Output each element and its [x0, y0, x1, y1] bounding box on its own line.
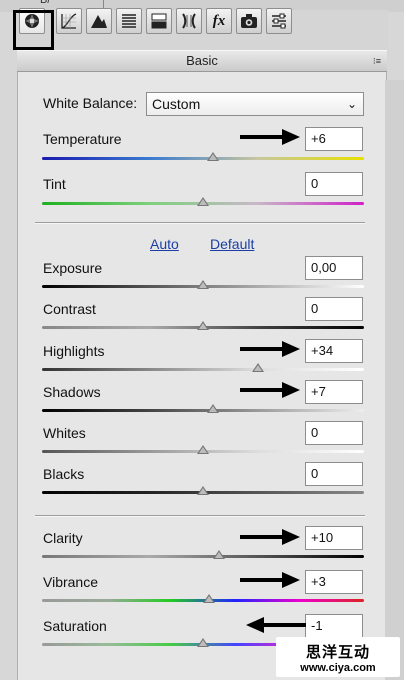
temperature-value-field[interactable]: +6: [305, 127, 363, 151]
panel-menu-icon[interactable]: ⁝≡: [373, 51, 381, 71]
annotation-arrow-right-icon: [240, 129, 300, 145]
contrast-label: Contrast: [43, 301, 96, 317]
scrollbar[interactable]: [385, 80, 404, 680]
watermark: 思洋互动 www.ciya.com: [276, 637, 400, 677]
highlights-slider-thumb[interactable]: [251, 363, 264, 372]
detail-icon: [91, 15, 107, 28]
saturation-label: Saturation: [43, 618, 107, 634]
chevron-down-icon: ⌄: [346, 97, 357, 111]
watermark-url: www.ciya.com: [300, 662, 376, 674]
default-button[interactable]: Default: [210, 236, 254, 252]
shadows-slider-track[interactable]: [42, 409, 364, 412]
detail-button[interactable]: [86, 8, 112, 34]
temperature-label: Temperature: [43, 131, 122, 147]
presets-icon: [272, 13, 286, 29]
blacks-value-field[interactable]: 0: [305, 462, 363, 486]
blacks-slider-thumb[interactable]: [197, 486, 209, 495]
shadows-value-field[interactable]: +7: [305, 380, 363, 404]
saturation-slider-thumb[interactable]: [197, 638, 209, 647]
split-toning-button[interactable]: [146, 8, 172, 34]
hsl-icon: [122, 14, 136, 28]
white-balance-label: White Balance:: [43, 95, 138, 111]
section-header: Basic ⁝≡: [17, 50, 387, 72]
shadows-slider-thumb[interactable]: [206, 404, 219, 413]
highlights-value-field[interactable]: +34: [305, 339, 363, 363]
divider: [35, 222, 365, 224]
hsl-button[interactable]: [116, 8, 142, 34]
camera-calibration-icon: [241, 14, 257, 28]
annotation-arrow-right-icon: [240, 382, 300, 398]
top-tab-label: B/: [40, 0, 51, 6]
temperature-slider-thumb[interactable]: [206, 152, 219, 161]
white-balance-value: Custom: [152, 96, 201, 112]
highlights-label: Highlights: [43, 343, 105, 359]
vibrance-slider-thumb[interactable]: [203, 594, 216, 603]
vibrance-label: Vibrance: [43, 574, 99, 590]
tone-curve-button[interactable]: [56, 8, 82, 34]
watermark-name: 思洋互动: [305, 644, 370, 661]
clarity-slider-thumb[interactable]: [213, 550, 226, 559]
auto-button[interactable]: Auto: [150, 236, 179, 252]
section-title: Basic: [186, 53, 218, 68]
tint-slider-thumb[interactable]: [197, 197, 209, 206]
annotation-arrow-right-icon: [240, 529, 300, 545]
contrast-value-field[interactable]: 0: [305, 297, 363, 321]
exposure-value-field[interactable]: 0,00: [305, 256, 363, 280]
whites-label: Whites: [43, 425, 86, 441]
clarity-value-field[interactable]: +10: [305, 526, 363, 550]
white-balance-select[interactable]: Custom ⌄: [146, 92, 364, 116]
temperature-slider-track[interactable]: [42, 157, 364, 160]
whites-slider-thumb[interactable]: [197, 445, 209, 454]
active-tool-highlight: [13, 10, 54, 50]
whites-value-field[interactable]: 0: [305, 421, 363, 445]
divider: [35, 515, 365, 517]
presets-button[interactable]: [266, 8, 292, 34]
annotation-arrow-right-icon: [240, 572, 300, 588]
annotation-arrow-left-icon: [246, 617, 306, 633]
camera-calibration-button[interactable]: [236, 8, 262, 34]
tint-value-field[interactable]: 0: [305, 172, 363, 196]
exposure-label: Exposure: [43, 260, 103, 276]
vibrance-value-field[interactable]: +3: [305, 570, 363, 594]
lens-corrections-icon: [182, 13, 196, 29]
effects-fx-icon: fx: [212, 12, 226, 29]
saturation-value-field[interactable]: -1: [305, 614, 363, 638]
split-toning-icon: [151, 13, 167, 29]
shadows-label: Shadows: [43, 384, 101, 400]
highlights-slider-track[interactable]: [42, 368, 364, 371]
tone-curve-icon: [61, 13, 77, 29]
lens-corrections-button[interactable]: [176, 8, 202, 34]
clarity-label: Clarity: [43, 530, 83, 546]
blacks-label: Blacks: [43, 466, 85, 482]
clarity-slider-track[interactable]: [42, 555, 364, 558]
tint-label: Tint: [43, 176, 66, 192]
contrast-slider-thumb[interactable]: [197, 321, 209, 330]
exposure-slider-thumb[interactable]: [197, 280, 209, 289]
effects-button[interactable]: fx: [206, 8, 232, 34]
annotation-arrow-right-icon: [240, 341, 300, 357]
